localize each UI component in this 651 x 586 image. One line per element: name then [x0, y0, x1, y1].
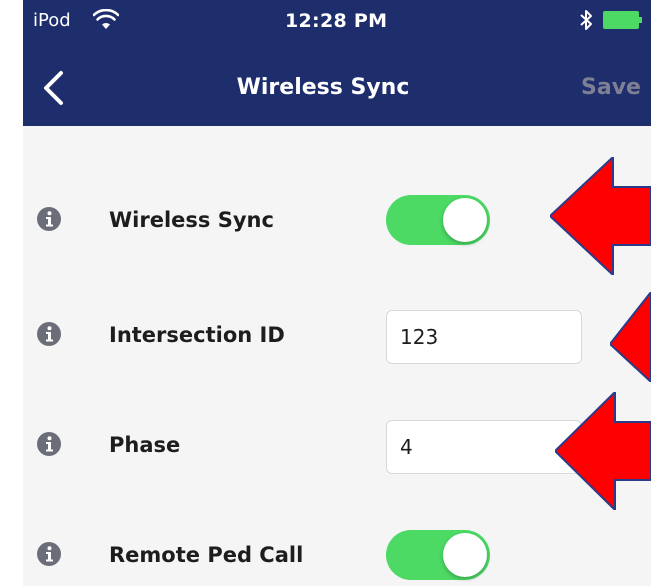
- save-button[interactable]: Save: [581, 74, 641, 102]
- phase-input[interactable]: 4: [386, 420, 582, 474]
- back-chevron-icon[interactable]: [39, 68, 69, 108]
- info-icon[interactable]: [37, 207, 61, 231]
- carrier-label: iPod: [33, 10, 71, 31]
- status-bar: iPod 12:28 PM: [23, 0, 651, 40]
- phone-screen: iPod 12:28 PM Wireless Sync Save Wireles…: [23, 0, 651, 586]
- app-header: iPod 12:28 PM Wireless Sync Save: [23, 0, 651, 126]
- info-icon[interactable]: [37, 322, 61, 346]
- wifi-icon: [93, 9, 119, 29]
- red-arrow-icon: [555, 392, 651, 510]
- red-arrow-icon: [550, 157, 651, 275]
- info-icon[interactable]: [37, 432, 61, 456]
- settings-row-intersection-id: Intersection ID 123: [23, 305, 651, 365]
- info-icon[interactable]: [37, 542, 61, 566]
- red-arrow-icon: [610, 292, 651, 382]
- settings-row-remote-ped-call: Remote Ped Call: [23, 525, 651, 585]
- toggle-knob: [443, 198, 487, 242]
- remote-ped-call-toggle[interactable]: [386, 530, 490, 580]
- intersection-id-input[interactable]: 123: [386, 310, 582, 364]
- status-time: 12:28 PM: [285, 10, 388, 32]
- row-label: Remote Ped Call: [109, 543, 304, 567]
- row-label: Wireless Sync: [109, 208, 274, 232]
- page-title: Wireless Sync: [236, 75, 410, 100]
- bluetooth-icon: [580, 10, 592, 30]
- navigation-bar: Wireless Sync Save: [23, 62, 651, 118]
- row-label: Phase: [109, 433, 181, 457]
- row-label: Intersection ID: [109, 323, 285, 347]
- battery-icon: [603, 11, 643, 29]
- wireless-sync-toggle[interactable]: [386, 195, 490, 245]
- toggle-knob: [443, 533, 487, 577]
